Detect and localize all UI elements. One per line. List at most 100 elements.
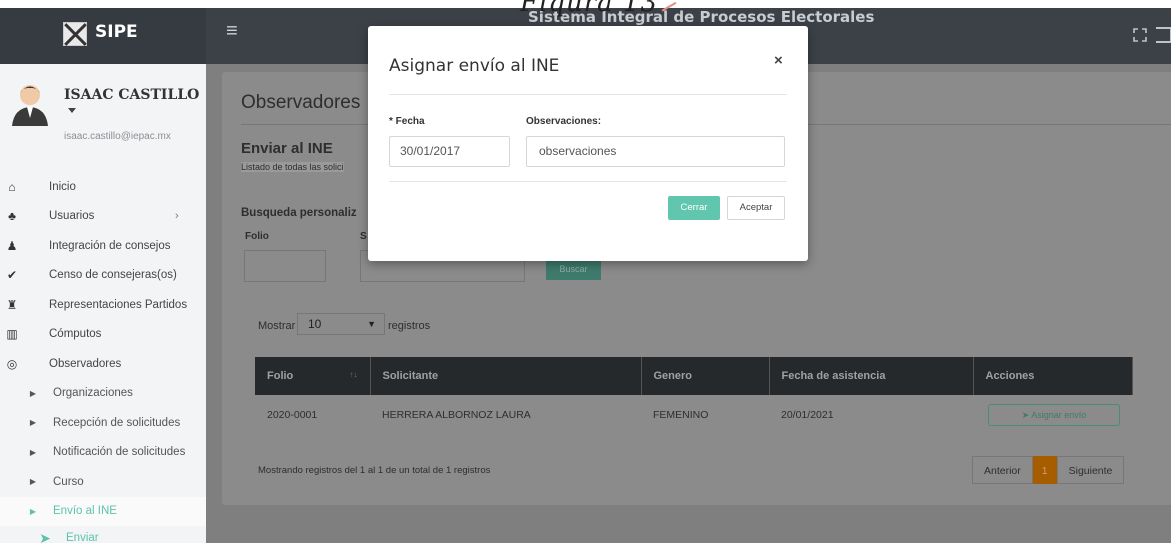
sidebar-item-censo[interactable]: ✔ Censo de consejeras(os) — [0, 261, 206, 291]
sidebar-item-label: Recepción de solicitudes — [53, 416, 181, 429]
sipe-logo-icon — [63, 22, 87, 46]
observaciones-input[interactable]: observaciones — [526, 136, 785, 167]
mostrar-label: Mostrar — [258, 320, 296, 332]
fecha-input[interactable]: 30/01/2017 — [389, 136, 510, 167]
user-email: isaac.castillo@iepac.mx — [64, 131, 171, 142]
cell-genero: FEMENINO — [653, 409, 709, 421]
divider — [389, 94, 787, 95]
buscar-button[interactable]: Buscar — [546, 258, 601, 280]
table-header-row: Folio ↑↓ Solicitante Genero Fecha de asi… — [255, 357, 1133, 395]
menu-toggle-icon[interactable]: ≡ — [226, 20, 238, 43]
section-title: Enviar al INE — [241, 140, 333, 157]
close-icon[interactable]: × — [774, 52, 783, 69]
cell-folio: 2020-0001 — [267, 409, 318, 421]
avatar[interactable] — [10, 82, 50, 126]
page-length-value: 10 — [308, 317, 322, 331]
solicitante-label: S — [360, 231, 367, 242]
sidebar-item-label: Cómputos — [49, 328, 102, 341]
sidebar-item-inicio[interactable]: ⌂ Inicio — [0, 172, 206, 202]
sidebar-item-label: Notificación de solicitudes — [53, 446, 186, 459]
eye-icon: ◎ — [6, 356, 18, 371]
sidebar-item-curso[interactable]: ▶ Curso — [0, 467, 206, 497]
col-solicitante[interactable]: Solicitante — [370, 357, 642, 395]
sidebar-item-label: Organizaciones — [53, 387, 133, 400]
figure-caption: Fiqura 13 — [520, 0, 659, 18]
cell-solicitante: HERRERA ALBORNOZ LAURA — [382, 409, 531, 421]
bar-chart-icon: ▥ — [6, 327, 18, 342]
sort-icon: ↑↓ — [349, 370, 358, 379]
search-title: Busqueda personaliz — [241, 207, 357, 219]
caret-right-icon: ▶ — [29, 506, 37, 516]
registros-label: registros — [388, 320, 431, 332]
sidebar-item-recepcion[interactable]: ▶ Recepción de solicitudes — [0, 408, 206, 438]
cerrar-button[interactable]: Cerrar — [668, 196, 720, 220]
sidebar-item-notificacion[interactable]: ▶ Notificación de solicitudes — [0, 438, 206, 468]
group-icon: ♟ — [6, 238, 18, 253]
page-length-select[interactable]: 10 ▼ — [297, 313, 385, 335]
asignar-envio-button[interactable]: ➤ Asignar envío — [988, 404, 1120, 426]
col-acciones[interactable]: Acciones — [973, 357, 1133, 395]
requests-table: Folio ↑↓ Solicitante Genero Fecha de asi… — [255, 357, 1133, 435]
sidebar-item-label: Curso — [53, 475, 84, 488]
sidebar-item-observadores[interactable]: ◎ Observadores — [0, 349, 206, 379]
sidebar-item-label: Representaciones Partidos — [49, 298, 188, 311]
logo-area: SIPE — [0, 8, 206, 64]
column-label: Fecha de asistencia — [781, 370, 886, 382]
sidebar-item-enviar[interactable]: ➤ Enviar — [0, 526, 206, 543]
expand-icon[interactable] — [1133, 28, 1147, 42]
caret-right-icon: ▶ — [29, 477, 37, 487]
caret-right-icon: ▶ — [29, 388, 37, 398]
column-label: Solicitante — [382, 370, 439, 382]
assign-dialog: Asignar envío al INE × * Fecha Observaci… — [368, 26, 808, 261]
aceptar-button[interactable]: Aceptar — [727, 196, 785, 220]
people-icon: ♜ — [6, 297, 18, 312]
table-info: Mostrando registros del 1 al 1 de un tot… — [258, 465, 491, 476]
table-row: 2020-0001 HERRERA ALBORNOZ LAURA FEMENIN… — [255, 395, 1133, 435]
sidebar-item-label: Integración de consejos — [49, 239, 171, 252]
col-fecha[interactable]: Fecha de asistencia — [769, 357, 974, 395]
column-label: Folio — [267, 370, 294, 382]
sidebar-item-label: Censo de consejeras(os) — [49, 269, 177, 282]
folio-label: Folio — [245, 231, 269, 242]
pager-next-button[interactable]: Siguiente — [1056, 456, 1125, 484]
sidebar-item-usuarios[interactable]: ♣ Usuarios › — [0, 202, 206, 232]
col-genero[interactable]: Genero — [641, 357, 770, 395]
caret-right-icon: ▶ — [29, 418, 37, 428]
dialog-title: Asignar envío al INE — [389, 56, 560, 76]
home-icon: ⌂ — [8, 179, 16, 194]
section-subtitle: Listado de todas las solici — [241, 162, 344, 172]
sidebar-item-label: Usuarios — [49, 210, 95, 223]
folio-search-input[interactable] — [244, 250, 326, 282]
page: SIPE ≡ Sistema Integral de Procesos Elec… — [0, 0, 1171, 543]
sidebar-item-organizaciones[interactable]: ▶ Organizaciones — [0, 379, 206, 409]
page-title: Observadores — [241, 92, 361, 113]
pager-page-1[interactable]: 1 — [1032, 456, 1057, 484]
sidebar: ISAAC CASTILLO isaac.castillo@iepac.mx ⌂… — [0, 64, 206, 543]
chevron-right-icon: › — [175, 210, 179, 223]
sidebar-item-label: Envío al INE — [53, 505, 117, 518]
column-label: Genero — [653, 370, 693, 382]
divider — [389, 181, 787, 182]
sidebar-item-integracion[interactable]: ♟ Integración de consejos — [0, 231, 206, 261]
fecha-label: * Fecha — [389, 116, 425, 127]
cell-fecha: 20/01/2021 — [781, 409, 834, 421]
sidebar-item-envio-ine[interactable]: ▶ Envío al INE — [0, 496, 206, 526]
exit-icon[interactable] — [1156, 27, 1171, 43]
user-name: ISAAC CASTILLO — [64, 87, 200, 103]
observaciones-label: Observaciones: — [526, 116, 602, 127]
pager-previous-button[interactable]: Anterior — [972, 456, 1033, 484]
sidebar-item-label: Enviar — [66, 532, 99, 543]
sidebar-item-computos[interactable]: ▥ Cómputos — [0, 320, 206, 350]
check-icon: ✔ — [6, 268, 18, 283]
user-menu-caret-icon[interactable] — [68, 108, 76, 113]
sidebar-item-label: Inicio — [49, 180, 76, 193]
send-arrow-icon: ➤ — [39, 529, 51, 543]
cell-acciones: ➤ Asignar envío — [973, 395, 1133, 435]
caret-right-icon: ▶ — [29, 447, 37, 457]
users-icon: ♣ — [8, 209, 16, 224]
col-folio[interactable]: Folio ↑↓ — [255, 357, 371, 395]
sidebar-item-representaciones[interactable]: ♜ Representaciones Partidos — [0, 290, 206, 320]
app-logo-text: SIPE — [95, 22, 138, 42]
column-label: Acciones — [985, 370, 1035, 382]
sidebar-nav: ⌂ Inicio ♣ Usuarios › ♟ Integración de c… — [0, 172, 206, 543]
